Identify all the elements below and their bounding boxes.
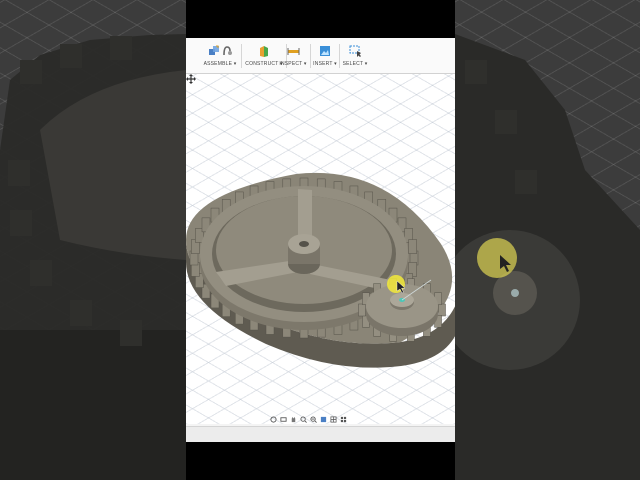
- select-window-icon: [349, 45, 361, 57]
- 3d-viewport[interactable]: [186, 74, 455, 424]
- blurred-background-right: [455, 0, 640, 480]
- viewports-icon[interactable]: [340, 416, 347, 423]
- select-menu[interactable]: SELECT ▾: [341, 41, 369, 73]
- joint-icon: [222, 46, 232, 56]
- assemble-menu[interactable]: ASSEMBLE ▾: [200, 41, 240, 73]
- gear-tooth: [358, 303, 366, 317]
- gear-tooth: [408, 239, 417, 254]
- grid-icon[interactable]: [330, 416, 337, 423]
- inspect-menu[interactable]: INSPECT ▾: [278, 41, 308, 73]
- ribbon-toolbar: ASSEMBLE ▾ CONSTRUCT ▾ INSPECT ▾ INSERT …: [186, 38, 455, 74]
- construct-plane-icon: [260, 45, 268, 57]
- navigation-bar: [270, 414, 347, 424]
- measure-icon: [287, 48, 299, 55]
- assemble-label: ASSEMBLE ▾: [203, 61, 237, 67]
- move-icon: [186, 74, 196, 84]
- blurred-background-left: [0, 0, 186, 480]
- toolbar-divider: [339, 44, 340, 68]
- insert-image-icon: [320, 46, 330, 56]
- assemble-icon: [208, 45, 219, 55]
- gear-assembly-model: [186, 172, 455, 368]
- shaft-hole: [299, 241, 309, 247]
- fusion-app: ASSEMBLE ▾ CONSTRUCT ▾ INSPECT ▾ INSERT …: [186, 38, 455, 442]
- video-frame: ASSEMBLE ▾ CONSTRUCT ▾ INSPECT ▾ INSERT …: [0, 0, 640, 480]
- zoom-icon[interactable]: [300, 415, 307, 423]
- look-at-icon[interactable]: [280, 416, 287, 423]
- app-window: ASSEMBLE ▾ CONSTRUCT ▾ INSPECT ▾ INSERT …: [186, 0, 455, 480]
- display-settings-icon[interactable]: [320, 416, 327, 423]
- insert-label: INSERT ▾: [313, 61, 337, 67]
- gear-tooth: [438, 303, 446, 317]
- status-bar: [186, 426, 455, 442]
- select-label: SELECT ▾: [342, 61, 368, 67]
- inspect-label: INSPECT ▾: [279, 61, 307, 67]
- toolbar-divider: [310, 44, 311, 68]
- insert-menu[interactable]: INSERT ▾: [312, 41, 338, 73]
- pan-icon[interactable]: [290, 416, 297, 423]
- fit-icon[interactable]: [310, 415, 317, 423]
- orbit-icon[interactable]: [270, 415, 277, 423]
